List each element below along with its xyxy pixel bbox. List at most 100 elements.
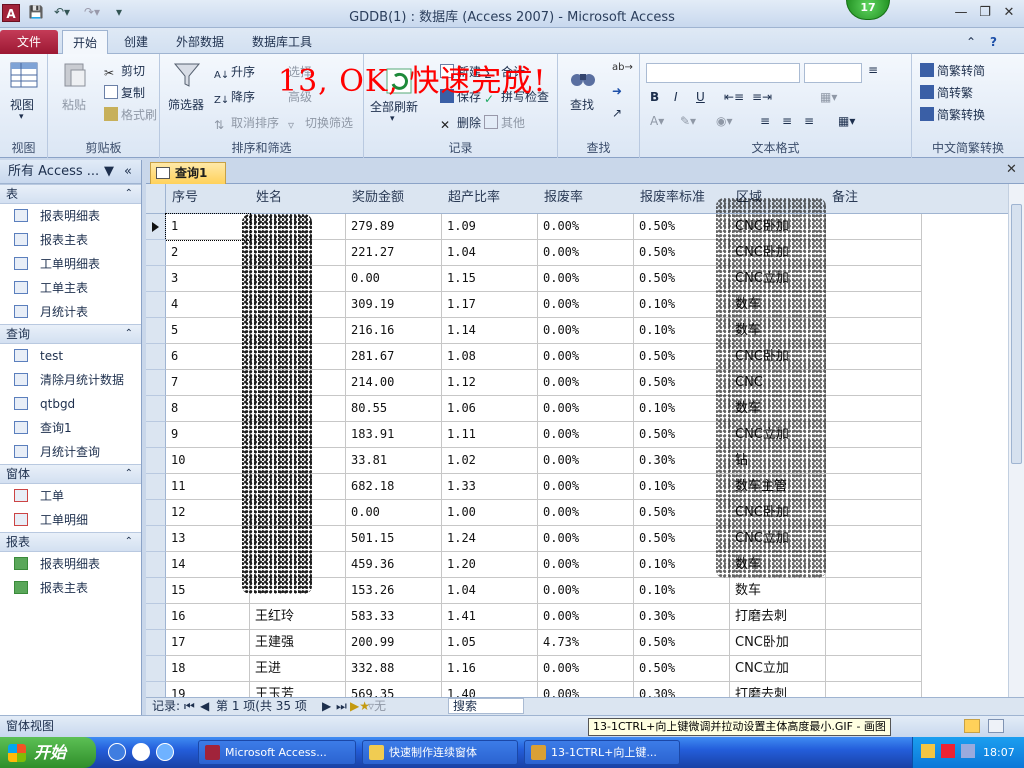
table-cell[interactable]: 214.00 (346, 370, 442, 396)
tab-file[interactable]: 文件 (0, 30, 58, 54)
table-cell[interactable]: 0.30% (634, 682, 730, 697)
table-cell[interactable]: 1 (165, 213, 251, 241)
table-cell[interactable]: 0.50% (634, 656, 730, 682)
table-cell[interactable]: 569.35 (346, 682, 442, 697)
table-cell[interactable]: 16 (166, 604, 250, 630)
collapse-section-icon[interactable]: ⌃ (125, 533, 133, 551)
task-folder[interactable]: 快速制作连续窗体 (362, 740, 518, 765)
table-cell[interactable]: 1.04 (442, 578, 538, 604)
record-selector[interactable] (146, 370, 166, 396)
table-cell[interactable]: 打磨去刺 (730, 604, 826, 630)
table-cell[interactable]: 1.15 (442, 266, 538, 292)
table-cell[interactable] (826, 240, 922, 266)
nav-item[interactable]: 报表明细表 (0, 204, 141, 228)
copy-button[interactable]: 复制 (104, 84, 145, 101)
font-name-combobox[interactable] (646, 63, 800, 83)
table-cell[interactable]: 1.12 (442, 370, 538, 396)
table-cell[interactable] (826, 214, 922, 240)
table-row[interactable]: 17 王建强 200.99 1.05 4.73% 0.50% CNC卧加 (146, 630, 1008, 656)
quicklaunch-ie-icon[interactable] (108, 743, 126, 761)
table-cell[interactable]: 9 (166, 422, 250, 448)
collapse-section-icon[interactable]: ⌃ (125, 465, 133, 483)
column-header[interactable]: 姓名 (250, 184, 346, 214)
refresh-all-button[interactable]: 全部刷新 (370, 98, 418, 115)
prev-record-icon[interactable]: ◀ (200, 698, 209, 715)
table-cell[interactable] (826, 500, 922, 526)
table-cell[interactable]: 1.24 (442, 526, 538, 552)
nav-item[interactable]: 工单明细 (0, 508, 141, 532)
align-left-icon[interactable]: ≡ (760, 114, 770, 128)
table-cell[interactable]: 8 (166, 396, 250, 422)
table-cell[interactable]: 459.36 (346, 552, 442, 578)
column-header[interactable]: 序号 (166, 184, 250, 214)
table-cell[interactable]: 1.08 (442, 344, 538, 370)
tray-network-icon[interactable] (961, 744, 975, 758)
record-selector[interactable] (146, 578, 166, 604)
restore-button[interactable]: ❐ (974, 4, 996, 22)
no-filter-button[interactable]: ▿ 无筛选器 (368, 698, 386, 764)
table-cell[interactable] (826, 266, 922, 292)
table-cell[interactable]: 王进 (250, 656, 346, 682)
table-cell[interactable] (826, 292, 922, 318)
table-cell[interactable]: 3 (166, 266, 250, 292)
nav-section-header[interactable]: 窗体 ⌃ (0, 464, 141, 484)
gridlines-icon[interactable]: ▦▾ (820, 90, 837, 104)
table-cell[interactable] (826, 656, 922, 682)
task-access[interactable]: Microsoft Access... (198, 740, 356, 765)
nav-item[interactable]: test (0, 344, 141, 368)
table-cell[interactable]: 1.33 (442, 474, 538, 500)
alt-row-color-icon[interactable]: ▦▾ (838, 114, 855, 128)
table-cell[interactable]: 0.00% (538, 656, 634, 682)
table-cell[interactable] (826, 604, 922, 630)
table-cell[interactable]: 332.88 (346, 656, 442, 682)
table-cell[interactable]: 13 (166, 526, 250, 552)
nav-item[interactable]: 查询1 (0, 416, 141, 440)
table-cell[interactable]: 5 (166, 318, 250, 344)
table-cell[interactable]: 1.04 (442, 240, 538, 266)
nav-item[interactable]: qtbgd (0, 392, 141, 416)
quicklaunch-browser-icon[interactable] (132, 743, 150, 761)
increase-indent-icon[interactable]: ≡⇥ (752, 90, 772, 104)
table-cell[interactable]: 0.00% (538, 214, 634, 240)
table-row[interactable]: 18 王进 332.88 1.16 0.00% 0.50% CNC立加 (146, 656, 1008, 682)
table-cell[interactable]: 153.26 (346, 578, 442, 604)
tray-security-icon[interactable] (941, 744, 955, 758)
table-cell[interactable]: 0.00% (538, 370, 634, 396)
table-cell[interactable]: 12 (166, 500, 250, 526)
font-size-combobox[interactable] (804, 63, 862, 83)
tab-create[interactable]: 创建 (114, 30, 158, 54)
table-cell[interactable]: 1.09 (442, 214, 538, 240)
nav-item[interactable]: 月统计表 (0, 300, 141, 324)
table-cell[interactable]: 281.67 (346, 344, 442, 370)
table-cell[interactable]: 1.14 (442, 318, 538, 344)
sort-descending-button[interactable]: Z↓ 降序 (214, 88, 255, 109)
table-cell[interactable] (826, 474, 922, 500)
record-selector[interactable] (146, 344, 166, 370)
first-record-icon[interactable]: ⏮ (184, 698, 195, 715)
tray-clock[interactable]: 18:07 (983, 737, 1015, 768)
table-cell[interactable]: 0.00% (538, 448, 634, 474)
column-header[interactable]: 报废率 (538, 184, 634, 214)
table-cell[interactable] (826, 630, 922, 656)
paste-button[interactable]: 粘贴 (62, 96, 86, 113)
table-cell[interactable]: 279.89 (346, 214, 442, 240)
underline-icon[interactable]: U (696, 90, 705, 104)
record-selector[interactable] (146, 448, 166, 474)
collapse-nav-icon[interactable]: « (124, 160, 132, 184)
collapse-section-icon[interactable]: ⌃ (125, 185, 133, 203)
record-selector[interactable] (146, 526, 166, 552)
view-button[interactable]: 视图 (10, 96, 34, 113)
design-view-switch-icon[interactable] (988, 719, 1004, 733)
italic-icon[interactable]: I (674, 90, 678, 104)
select-icon[interactable]: ↗ (612, 106, 622, 120)
record-selector[interactable] (146, 474, 166, 500)
minimize-ribbon-icon[interactable]: ⌃ (966, 30, 986, 54)
table-cell[interactable]: 200.99 (346, 630, 442, 656)
record-selector[interactable] (146, 318, 166, 344)
nav-item[interactable]: 月统计查询 (0, 440, 141, 464)
toggle-filter-button[interactable]: ▿ 切换筛选 (288, 114, 353, 132)
table-cell[interactable]: 0.00% (538, 318, 634, 344)
table-cell[interactable]: 0.00% (538, 682, 634, 697)
more-button[interactable]: 其他 (484, 114, 525, 131)
table-cell[interactable]: 0.00% (538, 604, 634, 630)
